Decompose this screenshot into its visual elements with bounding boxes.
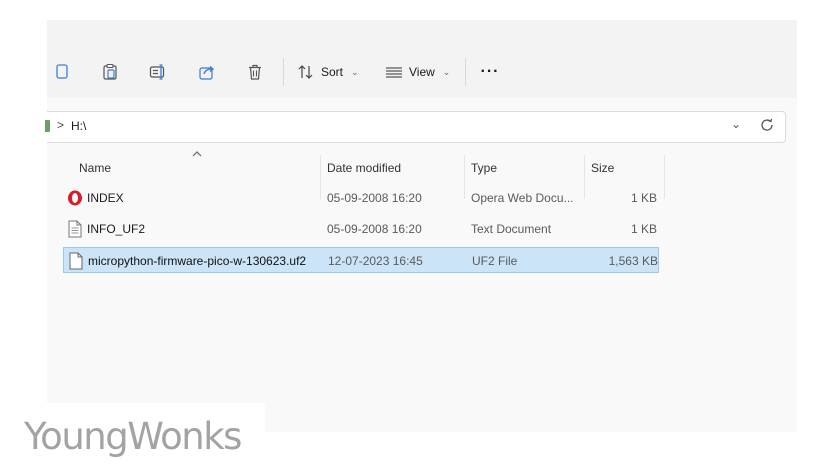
paste-icon bbox=[103, 63, 117, 80]
file-row-selected[interactable]: micropython-firmware-pico-w-130623.uf2 1… bbox=[63, 247, 659, 273]
column-header-size[interactable]: Size bbox=[591, 153, 614, 183]
view-label: View bbox=[409, 65, 435, 79]
delete-button[interactable] bbox=[240, 58, 270, 86]
more-options-button[interactable]: ··· bbox=[477, 58, 503, 86]
file-size: 1,563 KB bbox=[608, 254, 658, 268]
command-bar: Sort ⌄ View ⌄ ··· bbox=[47, 20, 797, 98]
file-date: 12-07-2023 16:45 bbox=[328, 254, 423, 268]
copy-icon bbox=[56, 64, 68, 79]
sort-label: Sort bbox=[321, 65, 344, 79]
file-row[interactable]: INDEX 05-09-2008 16:20 Opera Web Docu...… bbox=[63, 185, 659, 211]
column-header-name[interactable]: Name bbox=[79, 153, 111, 183]
address-path[interactable]: H:\ bbox=[71, 119, 86, 133]
file-type: Text Document bbox=[471, 222, 552, 236]
sort-ascending-icon bbox=[192, 151, 202, 157]
watermark-logo: YoungWonks bbox=[24, 415, 242, 458]
text-document-icon bbox=[68, 220, 82, 238]
file-size: 1 KB bbox=[630, 191, 657, 205]
delete-icon bbox=[249, 64, 261, 80]
sort-icon bbox=[298, 65, 313, 79]
chevron-down-icon: ⌄ bbox=[351, 66, 359, 77]
breadcrumb-chevron: > bbox=[57, 118, 65, 132]
rename-button[interactable] bbox=[143, 58, 173, 86]
column-header-date[interactable]: Date modified bbox=[327, 153, 401, 183]
toolbar-divider bbox=[283, 58, 284, 86]
file-date: 05-09-2008 16:20 bbox=[327, 222, 422, 236]
file-explorer-window: Sort ⌄ View ⌄ ··· > H:\ ⌄ Name Date modi… bbox=[45, 20, 797, 432]
file-type: Opera Web Docu... bbox=[471, 191, 574, 205]
file-row[interactable]: INFO_UF2 05-09-2008 16:20 Text Document … bbox=[63, 216, 659, 242]
column-header-type[interactable]: Type bbox=[471, 153, 497, 183]
share-button[interactable] bbox=[192, 58, 222, 86]
file-name: INFO_UF2 bbox=[87, 222, 146, 236]
paste-button[interactable] bbox=[95, 58, 125, 86]
file-date: 05-09-2008 16:20 bbox=[327, 191, 422, 205]
file-name: micropython-firmware-pico-w-130623.uf2 bbox=[88, 254, 307, 268]
column-divider[interactable] bbox=[664, 155, 665, 199]
file-size: 1 KB bbox=[630, 222, 657, 236]
toolbar-divider bbox=[465, 58, 466, 86]
view-icon bbox=[386, 67, 402, 78]
blank-file-icon bbox=[69, 252, 83, 270]
share-icon bbox=[199, 66, 215, 80]
copy-button[interactable] bbox=[47, 58, 77, 86]
view-button[interactable]: View ⌄ bbox=[385, 58, 450, 86]
refresh-icon[interactable] bbox=[759, 117, 775, 133]
address-bar[interactable]: > H:\ ⌄ bbox=[45, 111, 786, 143]
sort-button[interactable]: Sort ⌄ bbox=[297, 58, 359, 86]
chevron-down-icon[interactable]: ⌄ bbox=[731, 117, 741, 131]
file-type: UF2 File bbox=[472, 254, 518, 268]
rename-icon bbox=[149, 64, 165, 80]
opera-icon bbox=[68, 190, 82, 206]
file-name: INDEX bbox=[87, 191, 124, 205]
drive-icon bbox=[45, 120, 50, 132]
chevron-down-icon: ⌄ bbox=[442, 66, 451, 77]
